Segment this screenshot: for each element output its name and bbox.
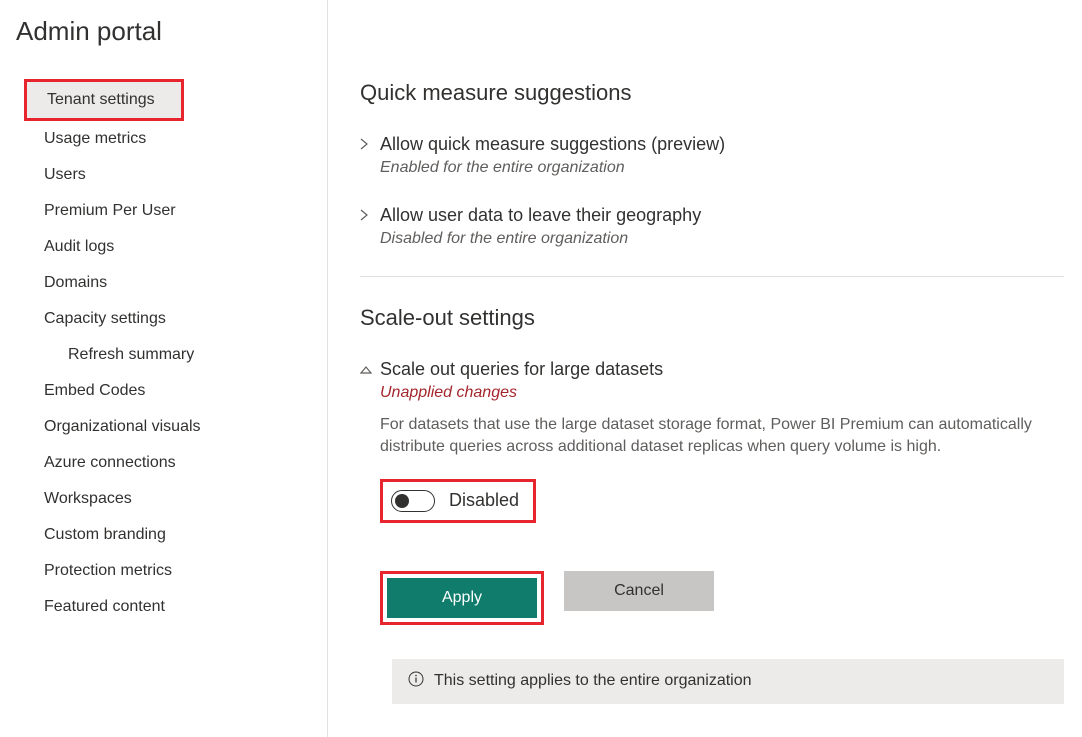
section-title-quick-measure: Quick measure suggestions xyxy=(360,80,1064,106)
setting-description: For datasets that use the large dataset … xyxy=(380,414,1064,459)
sidebar-item-refresh-summary[interactable]: Refresh summary xyxy=(16,337,327,373)
cancel-button[interactable]: Cancel xyxy=(564,571,714,611)
info-text: This setting applies to the entire organ… xyxy=(434,672,752,690)
setting-allow-user-data-geography[interactable]: Allow user data to leave their geography… xyxy=(360,205,1064,248)
setting-allow-quick-measure[interactable]: Allow quick measure suggestions (preview… xyxy=(360,134,1064,177)
unapplied-changes-text: Unapplied changes xyxy=(380,384,1064,402)
sidebar: Admin portal Tenant settings Usage metri… xyxy=(0,0,328,737)
sidebar-item-embed-codes[interactable]: Embed Codes xyxy=(16,373,327,409)
setting-label: Allow user data to leave their geography xyxy=(380,205,1064,226)
caret-down-icon xyxy=(360,359,380,378)
section-quick-measure: Quick measure suggestions Allow quick me… xyxy=(360,80,1064,248)
sidebar-item-featured-content[interactable]: Featured content xyxy=(16,589,327,625)
sidebar-item-users[interactable]: Users xyxy=(16,157,327,193)
toggle-switch[interactable] xyxy=(391,490,435,512)
page-title: Admin portal xyxy=(16,16,327,47)
toggle-label: Disabled xyxy=(449,490,519,511)
setting-label: Scale out queries for large datasets xyxy=(380,359,1064,380)
setting-scale-out-queries[interactable]: Scale out queries for large datasets Una… xyxy=(360,359,1064,655)
caret-right-icon xyxy=(360,205,380,224)
apply-button[interactable]: Apply xyxy=(387,578,537,618)
sidebar-item-custom-branding[interactable]: Custom branding xyxy=(16,517,327,553)
setting-status: Enabled for the entire organization xyxy=(380,159,1064,177)
toggle-knob xyxy=(395,494,409,508)
info-banner: This setting applies to the entire organ… xyxy=(392,659,1064,704)
sidebar-item-premium-per-user[interactable]: Premium Per User xyxy=(16,193,327,229)
sidebar-item-usage-metrics[interactable]: Usage metrics xyxy=(16,121,327,157)
button-row: Apply Cancel xyxy=(380,571,1064,625)
nav-list: Tenant settings Usage metrics Users Prem… xyxy=(16,79,327,625)
apply-button-wrap: Apply xyxy=(380,571,544,625)
sidebar-item-azure-connections[interactable]: Azure connections xyxy=(16,445,327,481)
sidebar-item-organizational-visuals[interactable]: Organizational visuals xyxy=(16,409,327,445)
main-content: Quick measure suggestions Allow quick me… xyxy=(328,0,1082,737)
setting-status: Disabled for the entire organization xyxy=(380,230,1064,248)
sidebar-item-audit-logs[interactable]: Audit logs xyxy=(16,229,327,265)
sidebar-item-tenant-settings[interactable]: Tenant settings xyxy=(24,79,184,121)
toggle-container: Disabled xyxy=(380,479,536,523)
caret-right-icon xyxy=(360,134,380,153)
section-title-scale-out: Scale-out settings xyxy=(360,305,1064,331)
sidebar-item-domains[interactable]: Domains xyxy=(16,265,327,301)
setting-label: Allow quick measure suggestions (preview… xyxy=(380,134,1064,155)
divider xyxy=(360,276,1064,277)
section-scale-out: Scale-out settings Scale out queries for… xyxy=(360,305,1064,704)
sidebar-item-capacity-settings[interactable]: Capacity settings xyxy=(16,301,327,337)
sidebar-item-protection-metrics[interactable]: Protection metrics xyxy=(16,553,327,589)
info-icon xyxy=(408,671,424,692)
sidebar-item-workspaces[interactable]: Workspaces xyxy=(16,481,327,517)
